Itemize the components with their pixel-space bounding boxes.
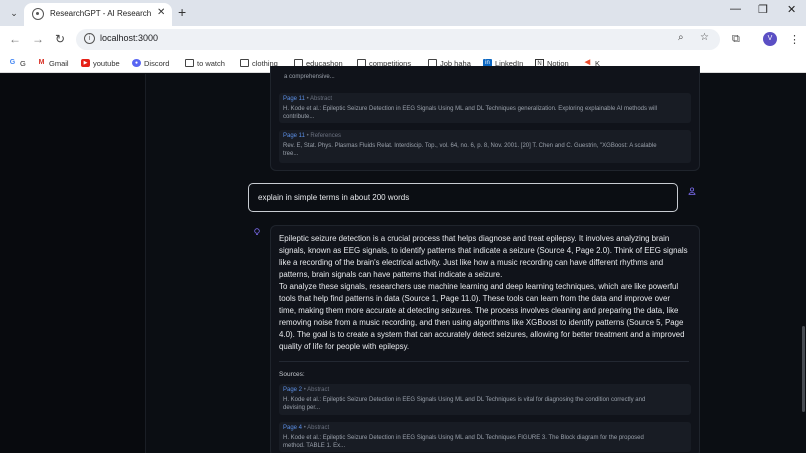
answer-divider — [279, 361, 689, 362]
source-page: Page 11 — [283, 96, 305, 102]
reload-icon[interactable]: ↻ — [55, 32, 65, 46]
source-card[interactable]: Page 2 • Abstract H. Kode et al.: Epilep… — [279, 384, 691, 415]
scrollbar-thumb[interactable] — [802, 326, 805, 412]
profile-avatar[interactable]: V — [763, 32, 777, 46]
source-section: Abstract — [307, 425, 330, 431]
tab-favicon-icon — [32, 8, 44, 20]
page-scrollbar[interactable] — [801, 74, 806, 453]
tab-search-icon[interactable]: ⌄ — [6, 5, 22, 21]
browser-tab[interactable]: ResearchGPT - AI Research Pap ✕ — [24, 3, 172, 26]
back-icon[interactable]: ← — [9, 32, 21, 46]
source-snippet: H. Kode et al.: Epileptic Seizure Detect… — [283, 106, 657, 120]
restore-icon[interactable]: ❐ — [758, 3, 768, 16]
forward-icon[interactable]: → — [32, 32, 44, 46]
minimize-icon[interactable]: — — [730, 3, 741, 15]
browser-toolbar: ← → ↻ i localhost:3000 ⌕ ☆ ⧉ V ⋮ — [0, 26, 806, 53]
source-snippet: H. Kode et al.: Epileptic Seizure Detect… — [283, 397, 646, 411]
folder-icon — [185, 59, 194, 67]
previous-answer-truncated: a comprehensive... — [284, 74, 335, 80]
answer-paragraph: Epileptic seizure detection is a crucial… — [279, 234, 688, 279]
source-snippet: H. Kode et al.: Epileptic Seizure Detect… — [283, 435, 644, 449]
answer-paragraph: To analyze these signals, researchers us… — [279, 282, 685, 351]
folder-icon — [240, 59, 249, 67]
tab-strip: ⌄ ResearchGPT - AI Research Pap ✕ + — ❐ … — [0, 0, 806, 26]
assistant-answer-text: Epileptic seizure detection is a crucial… — [279, 233, 689, 353]
address-bar[interactable]: i localhost:3000 ⌕ ☆ — [76, 29, 720, 50]
zoom-icon[interactable]: ⌕ — [678, 32, 684, 43]
close-window-icon[interactable]: ✕ — [787, 3, 796, 16]
tab-close-icon[interactable]: ✕ — [157, 7, 165, 18]
menu-icon[interactable]: ⋮ — [789, 33, 800, 46]
source-card[interactable]: Page 11 • References Rev. E, Stat. Phys.… — [279, 130, 691, 163]
gmail-icon: M — [38, 59, 45, 66]
source-section: Abstract — [307, 387, 330, 393]
url-text[interactable]: localhost:3000 — [100, 33, 158, 43]
bookmark-star-icon[interactable]: ☆ — [700, 32, 709, 43]
lightbulb-icon — [253, 228, 261, 236]
sidebar — [0, 74, 146, 453]
new-tab-icon[interactable]: + — [178, 4, 186, 20]
bookmark-g[interactable]: GG — [8, 57, 26, 69]
site-info-icon[interactable]: i — [84, 33, 95, 44]
user-message-text: explain in simple terms in about 200 wor… — [258, 193, 410, 202]
source-page: Page 4 — [283, 425, 303, 431]
bookmark-gmail[interactable]: M Gmail — [37, 57, 69, 69]
source-section: Abstract — [310, 96, 333, 102]
youtube-icon: ▶ — [81, 59, 90, 67]
bookmark-discord[interactable]: ● Discord — [132, 57, 169, 69]
user-message: explain in simple terms in about 200 wor… — [248, 183, 678, 212]
source-card[interactable]: Page 11 • Abstract H. Kode et al.: Epile… — [279, 93, 691, 123]
sources-label: Sources: — [279, 371, 305, 378]
extensions-icon[interactable]: ⧉ — [732, 33, 740, 46]
source-page: Page 11 — [283, 133, 305, 139]
bookmark-youtube[interactable]: ▶ youtube — [81, 57, 120, 69]
source-section: References — [310, 133, 342, 139]
google-icon: G — [9, 59, 16, 66]
discord-icon: ● — [132, 59, 141, 67]
source-card[interactable]: Page 4 • Abstract H. Kode et al.: Epilep… — [279, 422, 691, 452]
source-snippet: Rev. E, Stat. Phys. Plasmas Fluids Relat… — [283, 143, 657, 157]
user-icon — [688, 187, 696, 195]
source-page: Page 2 — [283, 387, 303, 393]
bookmark-to-watch[interactable]: to watch — [185, 57, 225, 69]
tab-title: ResearchGPT - AI Research Pap — [50, 9, 154, 18]
